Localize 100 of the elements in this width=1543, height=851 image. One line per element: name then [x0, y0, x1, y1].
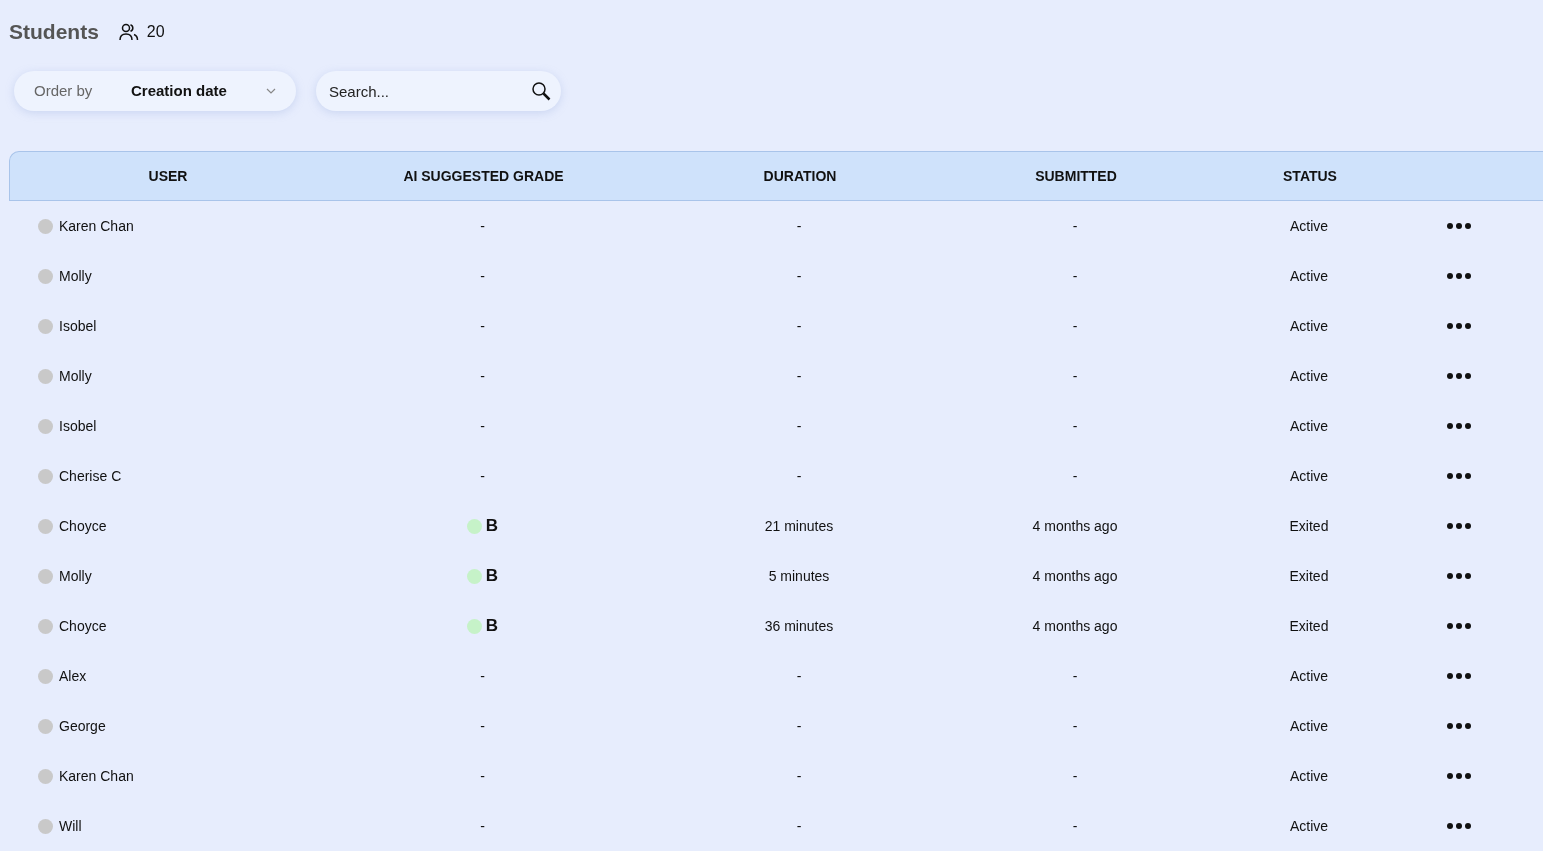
avatar-placeholder	[38, 618, 53, 634]
grade-value: -	[480, 416, 485, 436]
more-options-button[interactable]	[1445, 521, 1473, 531]
more-options-button[interactable]	[1445, 471, 1473, 481]
submitted-value: -	[1072, 316, 1078, 336]
more-options-button[interactable]	[1445, 771, 1473, 781]
user-name: Will	[59, 816, 82, 836]
grade-value: B	[485, 565, 499, 588]
student-count: 20	[146, 22, 165, 42]
grade-value: -	[480, 816, 485, 836]
duration-value: -	[796, 816, 802, 836]
avatar-placeholder	[38, 718, 53, 734]
submitted-value: -	[1072, 366, 1078, 386]
duration-value: -	[796, 266, 802, 286]
grade-value: B	[485, 615, 499, 638]
grade-value: -	[480, 316, 485, 336]
search-field[interactable]: Search...	[316, 71, 561, 111]
submitted-value: -	[1072, 816, 1078, 836]
duration-value: -	[796, 216, 802, 236]
duration-value: -	[796, 316, 802, 336]
more-options-button[interactable]	[1445, 371, 1473, 381]
grade-value: -	[480, 666, 485, 686]
avatar-placeholder	[38, 418, 53, 434]
user-name: Molly	[59, 266, 92, 286]
submitted-value: -	[1072, 766, 1078, 786]
order-by-dropdown[interactable]: Order by Creation date	[14, 71, 296, 111]
status-value: Exited	[1289, 616, 1329, 636]
avatar-placeholder	[38, 318, 53, 334]
submitted-value: 4 months ago	[1032, 616, 1118, 636]
users-icon	[118, 23, 139, 41]
more-options-button[interactable]	[1445, 421, 1473, 431]
submitted-value: -	[1072, 266, 1078, 286]
status-value: Exited	[1289, 516, 1329, 536]
submitted-value: -	[1072, 716, 1078, 736]
duration-value: 36 minutes	[764, 616, 834, 636]
duration-value: -	[796, 716, 802, 736]
user-name: George	[59, 716, 106, 736]
grade-value: -	[480, 716, 485, 736]
status-value: Active	[1289, 366, 1329, 386]
grade-value: -	[480, 766, 485, 786]
user-name: Isobel	[59, 316, 97, 336]
submitted-value: -	[1072, 666, 1078, 686]
status-value: Active	[1289, 666, 1329, 686]
column-header: DURATION	[763, 166, 837, 186]
avatar-placeholder	[38, 218, 53, 234]
submitted-value: -	[1072, 466, 1078, 486]
more-options-button[interactable]	[1445, 621, 1473, 631]
user-name: Alex	[59, 666, 87, 686]
status-value: Exited	[1289, 566, 1329, 586]
submitted-value: 4 months ago	[1032, 566, 1118, 586]
avatar-placeholder	[38, 268, 53, 284]
user-name: Choyce	[59, 516, 107, 536]
user-name: Molly	[59, 366, 92, 386]
column-header: SUBMITTED	[1035, 166, 1117, 186]
more-options-button[interactable]	[1445, 271, 1473, 281]
user-name: Karen Chan	[59, 766, 134, 786]
grade-value: -	[480, 366, 485, 386]
user-name: Choyce	[59, 616, 107, 636]
avatar-placeholder	[38, 768, 53, 784]
grade-value: -	[480, 466, 485, 486]
duration-value: -	[796, 766, 802, 786]
avatar-placeholder	[38, 368, 53, 384]
chevron-down-icon	[266, 88, 276, 94]
submitted-value: -	[1072, 216, 1078, 236]
search-icon	[531, 81, 551, 101]
grade-value: B	[485, 515, 499, 538]
grade-value: -	[480, 266, 485, 286]
duration-value: 5 minutes	[768, 566, 830, 586]
avatar-placeholder	[38, 668, 53, 684]
avatar-placeholder	[38, 518, 53, 534]
duration-value: -	[796, 366, 802, 386]
duration-value: 21 minutes	[764, 516, 834, 536]
duration-value: -	[796, 466, 802, 486]
status-value: Active	[1289, 216, 1329, 236]
column-header: AI SUGGESTED GRADE	[403, 166, 564, 186]
submitted-value: 4 months ago	[1032, 516, 1118, 536]
user-name: Isobel	[59, 416, 97, 436]
status-value: Active	[1289, 266, 1329, 286]
avatar-placeholder	[38, 468, 53, 484]
avatar-placeholder	[38, 568, 53, 584]
more-options-button[interactable]	[1445, 821, 1473, 831]
page-title: Students	[9, 19, 99, 46]
column-header: USER	[148, 166, 188, 186]
status-value: Active	[1289, 816, 1329, 836]
more-options-button[interactable]	[1445, 221, 1473, 231]
status-value: Active	[1289, 766, 1329, 786]
avatar-placeholder	[38, 818, 53, 834]
column-header: STATUS	[1283, 166, 1337, 186]
more-options-button[interactable]	[1445, 571, 1473, 581]
user-name: Cherise C	[59, 466, 122, 486]
user-name: Molly	[59, 566, 92, 586]
user-name: Karen Chan	[59, 216, 134, 236]
grade-value: -	[480, 216, 485, 236]
status-value: Active	[1289, 316, 1329, 336]
more-options-button[interactable]	[1445, 321, 1473, 331]
more-options-button[interactable]	[1445, 671, 1473, 681]
status-value: Active	[1289, 716, 1329, 736]
more-options-button[interactable]	[1445, 721, 1473, 731]
duration-value: -	[796, 416, 802, 436]
status-value: Active	[1289, 416, 1329, 436]
